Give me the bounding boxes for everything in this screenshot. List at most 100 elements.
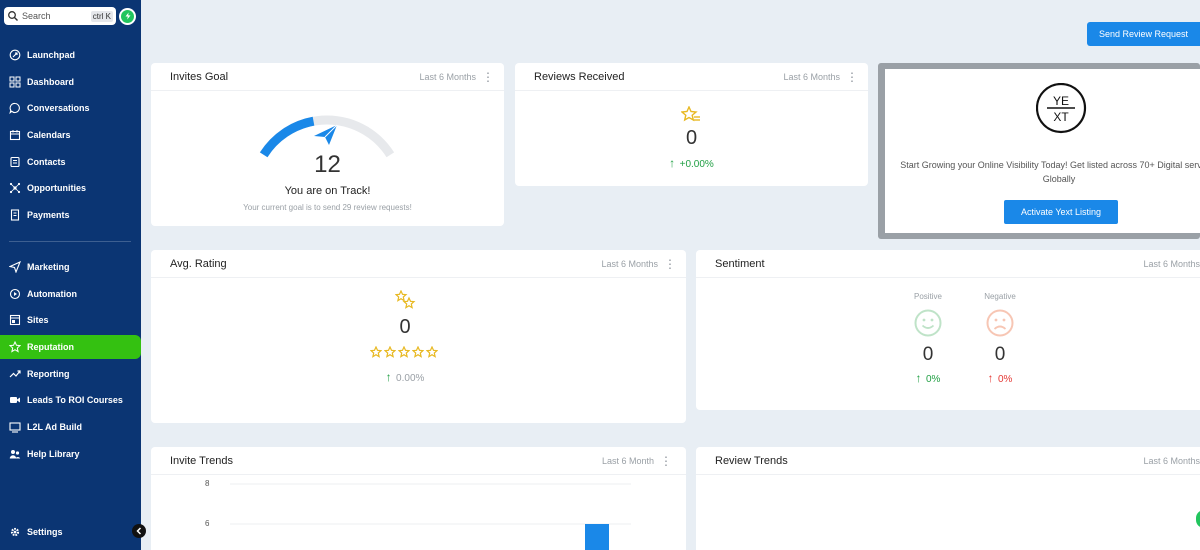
arrow-up-icon: ↑: [385, 370, 392, 384]
search-shortcut: ctrl K: [90, 10, 113, 22]
date-range-label[interactable]: Last 6 Months: [1143, 456, 1200, 466]
date-range-label[interactable]: Last 6 Months: [1143, 259, 1200, 269]
card-title: Review Trends: [715, 454, 788, 467]
sidebar-settings-area: Settings: [0, 520, 141, 547]
sidebar-item-label: Automation: [27, 288, 77, 299]
chevron-left-icon: [136, 527, 142, 535]
l2l-icon: [9, 422, 21, 433]
positive-label: Positive: [913, 292, 942, 301]
card-title: Avg. Rating: [170, 257, 227, 270]
avg-rating-delta: 0.00%: [396, 373, 425, 384]
sidebar-item-label: Reputation: [27, 342, 74, 353]
sidebar-item-label: Calendars: [27, 130, 71, 141]
trend-bar: [585, 524, 609, 550]
star-icon: [370, 346, 382, 358]
star-list-icon: [681, 106, 700, 122]
star-icon: [412, 346, 424, 358]
date-range-label[interactable]: Last 6 Months: [601, 259, 658, 269]
sidebar-nav-top: Launchpad Dashboard Conversations Calend…: [0, 43, 141, 230]
star-icon: [9, 341, 21, 353]
sidebar-item-reputation[interactable]: Reputation: [0, 335, 141, 360]
more-options-icon[interactable]: ⋮: [846, 71, 858, 83]
yext-logo: YE XT: [1036, 83, 1087, 134]
video-icon: [10, 397, 20, 404]
sidebar-item-label: Launchpad: [27, 50, 76, 60]
sidebar-item-settings[interactable]: Settings: [0, 520, 141, 544]
arrow-up-icon: ↑: [915, 371, 922, 385]
sidebar-item-label: L2L Ad Build: [27, 422, 82, 433]
sidebar-item-dashboard[interactable]: Dashboard: [0, 70, 141, 94]
negative-value: 0: [994, 344, 1006, 365]
sidebar-item-l2l-ad-build[interactable]: L2L Ad Build: [0, 415, 141, 439]
sidebar-item-label: Sites: [27, 315, 49, 326]
avg-rating-value: 0: [399, 316, 411, 338]
sentiment-card: Sentiment Last 6 Months Positive 0 ↑ 0% …: [696, 250, 1200, 410]
chat-icon: [9, 103, 20, 115]
collapse-sidebar-button[interactable]: [132, 524, 146, 538]
yext-logo-top: YE: [1053, 94, 1069, 108]
activate-yext-listing-button[interactable]: Activate Yext Listing: [1004, 200, 1118, 224]
more-options-icon[interactable]: ⋮: [660, 455, 672, 467]
date-range-label[interactable]: Last 6 Months: [783, 72, 840, 82]
sidebar-item-reporting[interactable]: Reporting: [0, 362, 141, 386]
sidebar-item-contacts[interactable]: Contacts: [0, 150, 141, 174]
send-icon: [314, 124, 338, 145]
more-options-icon[interactable]: ⋮: [482, 71, 494, 83]
sidebar-item-label: Marketing: [27, 262, 70, 272]
review-trends-card: Review Trends Last 6 Months: [696, 447, 1200, 550]
sidebar-item-label: Help Library: [27, 448, 80, 459]
sidebar-item-label: Settings: [27, 527, 63, 537]
grid-icon: [9, 76, 21, 88]
automation-icon: [9, 288, 21, 299]
star-icon: [384, 346, 396, 358]
yext-promo-text: Start Growing your Online Visibility Tod…: [900, 160, 1200, 184]
reviews-received-card: Reviews Received Last 6 Months ⋮ 0 ↑ +0.…: [515, 63, 868, 186]
quick-action-button[interactable]: [119, 7, 136, 25]
smiley-icon: [914, 309, 942, 337]
rating-stars-icon: [395, 290, 416, 309]
help-icon: [9, 449, 21, 459]
rocket-icon: [9, 49, 21, 61]
goal-status: You are on Track!: [284, 185, 371, 197]
invites-goal-card: Invites Goal Last 6 Months ⋮ 12 You are …: [151, 63, 504, 226]
card-title: Sentiment: [715, 257, 765, 270]
search-input[interactable]: Search ctrl K: [4, 7, 116, 25]
positive-value: 0: [922, 344, 934, 365]
sidebar-divider: [9, 241, 131, 242]
reviews-value: 0: [685, 127, 698, 149]
positive-delta: 0%: [926, 374, 941, 385]
sidebar-item-conversations[interactable]: Conversations: [0, 96, 141, 120]
rating-stars: [370, 346, 438, 358]
gear-icon: [10, 527, 20, 537]
chat-widget-button[interactable]: [1196, 510, 1200, 528]
sidebar-item-label: Contacts: [27, 156, 66, 167]
sidebar-item-calendars[interactable]: Calendars: [0, 123, 141, 147]
goal-gauge: [259, 115, 395, 158]
y-tick-label: 6: [205, 519, 210, 528]
sentiment-positive: Positive 0 ↑ 0%: [904, 292, 952, 387]
sidebar-item-automation[interactable]: Automation: [0, 282, 141, 306]
sidebar-item-label: Opportunities: [27, 183, 86, 194]
sidebar-item-launchpad[interactable]: Launchpad: [0, 43, 141, 67]
sidebar-item-opportunities[interactable]: Opportunities: [0, 176, 141, 200]
send-review-request-button[interactable]: Send Review Request: [1087, 22, 1200, 46]
send-icon: [9, 261, 21, 273]
date-range-label[interactable]: Last 6 Month: [602, 456, 654, 466]
card-title: Invites Goal: [170, 70, 229, 83]
sidebar-item-marketing[interactable]: Marketing: [0, 255, 141, 279]
sidebar-item-help-library[interactable]: Help Library: [0, 442, 141, 466]
trend-icon: [9, 370, 21, 378]
sidebar-item-leads-to-roi-courses[interactable]: Leads To ROI Courses: [0, 388, 141, 412]
sidebar-item-sites[interactable]: Sites: [0, 308, 141, 332]
sidebar-item-payments[interactable]: Payments: [0, 203, 141, 227]
goal-value: 12: [314, 151, 341, 178]
sidebar: Search ctrl K Launchpad Dashboard Conver…: [0, 0, 141, 550]
star-icon: [398, 346, 410, 358]
sad-face-icon: [986, 309, 1014, 337]
negative-label: Negative: [984, 292, 1016, 301]
payment-icon: [10, 209, 20, 221]
sidebar-item-label: Payments: [27, 210, 70, 221]
date-range-label[interactable]: Last 6 Months: [419, 72, 476, 82]
more-options-icon[interactable]: ⋮: [664, 258, 676, 270]
negative-delta: 0%: [998, 374, 1013, 385]
